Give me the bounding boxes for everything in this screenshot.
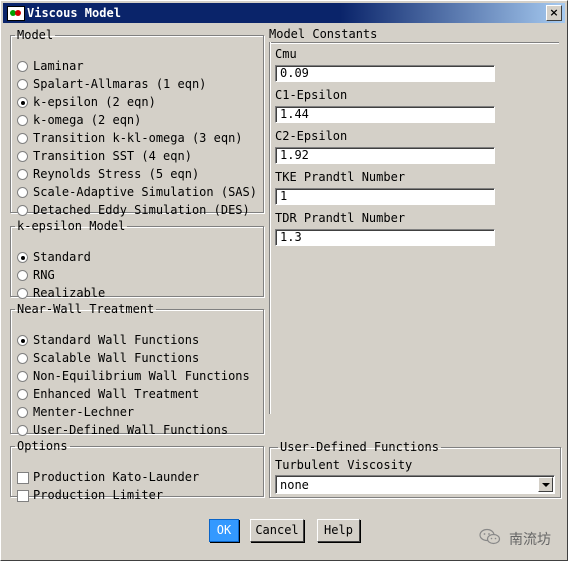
model-group-legend: Model <box>17 28 54 42</box>
options-legend: Options <box>17 439 68 453</box>
c1-epsilon-label: C1-Epsilon <box>275 88 348 102</box>
radio-selected-icon[interactable] <box>17 252 28 263</box>
title-bar[interactable]: Viscous Model × <box>3 3 565 23</box>
cmu-label: Cmu <box>275 47 297 61</box>
radio-icon[interactable] <box>17 288 28 299</box>
watermark-text: 南流坊 <box>509 532 551 548</box>
cancel-button[interactable]: Cancel <box>250 519 304 542</box>
turbulent-viscosity-label: Turbulent Viscosity <box>275 458 413 472</box>
near-wall-treatment-legend: Near-Wall Treatment <box>17 302 155 316</box>
radio-icon[interactable] <box>17 79 28 90</box>
cmu-input[interactable]: 0.09 <box>275 65 495 82</box>
radio-icon[interactable] <box>17 425 28 436</box>
c1-epsilon-input[interactable]: 1.44 <box>275 106 495 123</box>
turbulent-viscosity-value: none <box>280 478 309 492</box>
viscous-model-dialog: Viscous Model × Model Laminar Spalart-Al… <box>0 0 568 561</box>
close-icon[interactable]: × <box>546 5 562 21</box>
checkbox-icon[interactable] <box>17 490 29 502</box>
radio-icon[interactable] <box>17 371 28 382</box>
checkbox-icon[interactable] <box>17 472 29 484</box>
tke-prandtl-label: TKE Prandtl Number <box>275 170 406 184</box>
model-constants-title: Model Constants <box>269 27 378 41</box>
options-group: Options Production Kato-Launder Producti… <box>10 439 264 502</box>
radio-icon[interactable] <box>17 353 28 364</box>
radio-icon[interactable] <box>17 151 28 162</box>
tdr-prandtl-label: TDR Prandtl Number <box>275 211 406 225</box>
tdr-prandtl-input[interactable]: 1.3 <box>275 229 495 246</box>
ok-button[interactable]: OK <box>209 519 239 542</box>
model-constants-divider <box>269 42 559 43</box>
help-button[interactable]: Help <box>317 519 360 542</box>
chevron-down-icon[interactable] <box>538 477 553 492</box>
k-epsilon-model-legend: k-epsilon Model <box>17 219 126 233</box>
radio-icon[interactable] <box>17 389 28 400</box>
radio-selected-icon[interactable] <box>17 335 28 346</box>
radio-icon[interactable] <box>17 187 28 198</box>
window-title: Viscous Model <box>27 6 121 20</box>
k-epsilon-model-group: k-epsilon Model Standard RNG Realizable <box>10 219 264 300</box>
app-icon <box>7 6 25 21</box>
c2-epsilon-input[interactable]: 1.92 <box>275 147 495 164</box>
tke-prandtl-input[interactable]: 1 <box>275 188 495 205</box>
radio-icon[interactable] <box>17 205 28 216</box>
model-group: Model Laminar Spalart-Allmaras (1 eqn) k… <box>10 28 264 217</box>
model-constants-border <box>269 42 270 414</box>
radio-icon[interactable] <box>17 407 28 418</box>
c2-epsilon-label: C2-Epsilon <box>275 129 348 143</box>
radio-icon[interactable] <box>17 169 28 180</box>
radio-icon[interactable] <box>17 61 28 72</box>
radio-icon[interactable] <box>17 133 28 144</box>
turbulent-viscosity-select[interactable]: none <box>275 475 555 494</box>
user-defined-functions-legend: User-Defined Functions <box>280 440 439 454</box>
radio-icon[interactable] <box>17 115 28 126</box>
wechat-icon <box>479 528 501 545</box>
radio-icon[interactable] <box>17 270 28 281</box>
radio-selected-icon[interactable] <box>17 97 28 108</box>
near-wall-treatment-group: Near-Wall Treatment Standard Wall Functi… <box>10 302 264 437</box>
